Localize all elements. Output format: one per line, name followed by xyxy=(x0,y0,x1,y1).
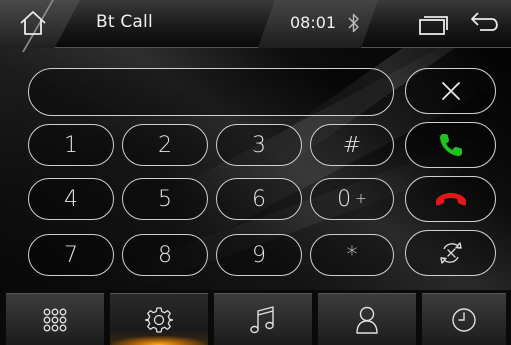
key-label: * xyxy=(346,242,358,268)
tab-dialpad[interactable] xyxy=(6,293,104,345)
key-star[interactable]: * xyxy=(310,234,394,276)
key-9[interactable]: 9 xyxy=(216,234,302,276)
key-label: # xyxy=(342,132,362,158)
key-label: 2 xyxy=(158,132,172,158)
key-8[interactable]: 8 xyxy=(122,234,208,276)
key-6[interactable]: 6 xyxy=(216,178,302,220)
clock-time: 08:01 xyxy=(290,13,337,32)
phone-answer-icon xyxy=(439,134,462,156)
key-hash[interactable]: # xyxy=(310,124,394,166)
bt-call-screen: Bt Call 08:01 1 2 3 # 4 5 6 0 + 7 8 9 * xyxy=(0,0,511,345)
number-display[interactable] xyxy=(28,68,394,116)
key-5[interactable]: 5 xyxy=(122,178,208,220)
active-tab-indicator xyxy=(112,336,206,345)
phone-hangup-icon xyxy=(435,193,466,206)
bluetooth-icon xyxy=(348,13,359,33)
key-label: 5 xyxy=(158,186,172,212)
tab-music[interactable] xyxy=(214,293,312,345)
clock-icon xyxy=(452,307,476,332)
key-1[interactable]: 1 xyxy=(28,124,114,166)
key-label: 6 xyxy=(252,186,266,212)
clear-button[interactable] xyxy=(405,68,496,114)
key-label: 4 xyxy=(64,186,78,212)
back-icon[interactable] xyxy=(468,10,502,36)
key-label: 9 xyxy=(252,242,266,268)
key-3[interactable]: 3 xyxy=(216,124,302,166)
grid-dots-icon xyxy=(43,308,67,331)
page-title: Bt Call xyxy=(96,12,153,32)
key-4[interactable]: 4 xyxy=(28,178,114,220)
key-0[interactable]: 0 + xyxy=(310,178,394,220)
key-2[interactable]: 2 xyxy=(122,124,208,166)
hangup-button[interactable] xyxy=(405,176,496,222)
key-label: 7 xyxy=(64,242,78,268)
key-label: 0 xyxy=(337,186,352,212)
status-bar: Bt Call 08:01 xyxy=(0,0,511,52)
call-button[interactable] xyxy=(405,122,496,168)
home-icon[interactable] xyxy=(18,9,48,37)
key-label: 3 xyxy=(252,132,266,158)
windows-icon[interactable] xyxy=(418,14,450,36)
transfer-button[interactable] xyxy=(405,230,496,276)
tab-call-history[interactable] xyxy=(422,293,506,345)
key-label: 8 xyxy=(158,242,172,268)
key-sublabel: + xyxy=(355,191,367,207)
music-note-icon xyxy=(250,305,274,333)
gear-icon xyxy=(145,306,173,333)
transfer-icon xyxy=(439,242,462,264)
key-label: 1 xyxy=(64,132,78,158)
person-icon xyxy=(356,306,378,334)
clear-icon xyxy=(441,82,460,100)
key-7[interactable]: 7 xyxy=(28,234,114,276)
tab-contacts[interactable] xyxy=(318,293,416,345)
